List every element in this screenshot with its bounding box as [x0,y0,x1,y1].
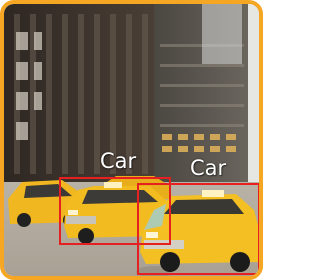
detection-label-car-1: Car [100,149,137,173]
image-frame: Car Car [0,0,263,280]
detection-box-car-2 [137,183,259,275]
detection-label-car-2: Car [190,156,227,180]
